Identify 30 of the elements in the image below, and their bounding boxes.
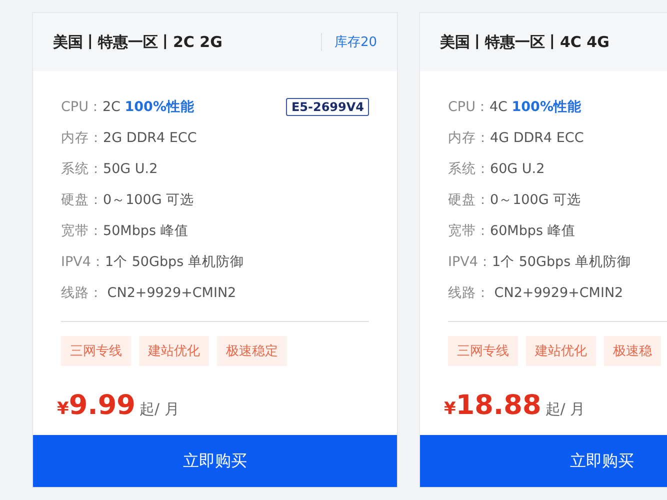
feature-tag: 三网专线 (448, 336, 518, 366)
feature-tag: 三网专线 (61, 336, 131, 366)
spec-line: 线路： CN2+9929+CMIN2 (61, 284, 236, 302)
buy-now-button[interactable]: 立即购买 (33, 435, 397, 487)
spec-line: 硬盘：0～100G 可选 (448, 190, 582, 208)
price-unit: 起/ 月 (545, 400, 586, 419)
buy-now-button[interactable]: 立即购买 (420, 435, 667, 487)
plan-title: 美国丨特惠一区丨2C 2G (53, 32, 222, 52)
feature-tag: 极速稳 (604, 336, 661, 366)
spec-line: 宽带：60Mbps 峰值 (448, 222, 576, 240)
cpu-model-badge: E5-2699V4 (286, 98, 369, 116)
stock-count: 库存20 (321, 33, 377, 51)
spec-line: 宽带：50Mbps 峰值 (61, 222, 188, 240)
spec-line: 系统：60G U.2 (448, 160, 545, 178)
spec-line: CPU：4C 100%性能 (448, 98, 582, 116)
price: ¥18.88 (444, 390, 542, 421)
spec-line: IPV4：1个 50Gbps 单机防御 (448, 252, 631, 270)
plan-title: 美国丨特惠一区丨4C 4G (440, 32, 610, 52)
price-unit: 起/ 月 (139, 400, 180, 419)
spec-line: 内存：2G DDR4 ECC (61, 128, 197, 146)
spec-line: 硬盘：0～100G 可选 (61, 190, 194, 208)
price: ¥9.99 (57, 390, 136, 421)
feature-tag: 建站优化 (139, 336, 209, 366)
spec-line: 内存：4G DDR4 ECC (448, 128, 584, 146)
feature-tag: 极速稳定 (217, 336, 287, 366)
feature-tag: 建站优化 (526, 336, 596, 366)
spec-line: 线路： CN2+9929+CMIN2 (448, 284, 624, 302)
spec-line: IPV4：1个 50Gbps 单机防御 (61, 252, 244, 270)
spec-line: CPU：2C 100%性能 (61, 98, 194, 116)
spec-line: 系统：50G U.2 (61, 160, 158, 178)
